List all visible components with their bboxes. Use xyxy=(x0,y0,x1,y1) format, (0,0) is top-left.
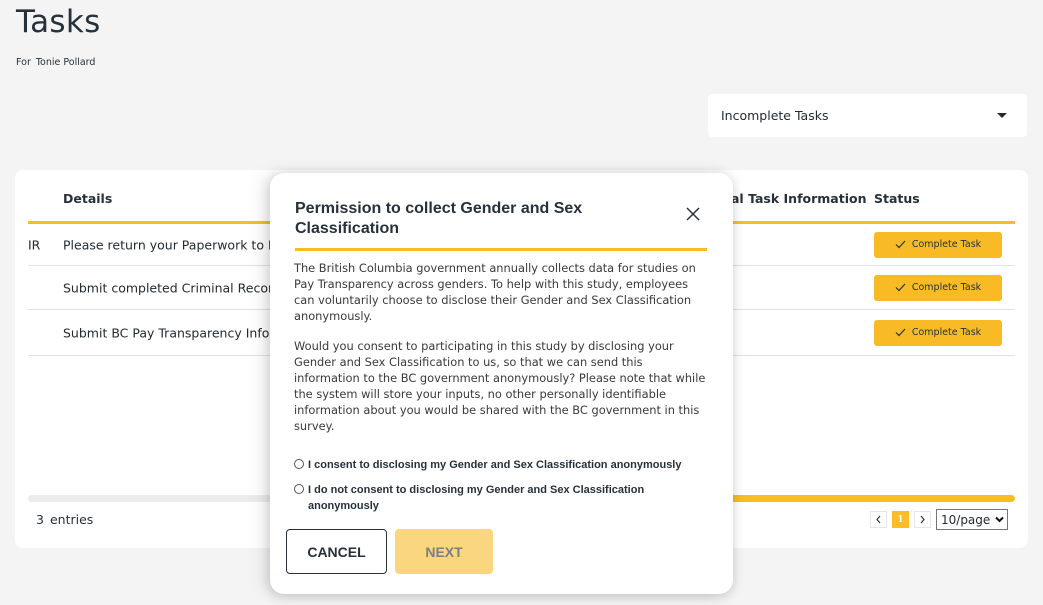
modal-title: Permission to collect Gender and Sex Cla… xyxy=(295,200,583,237)
page-subtitle: For Tonie Pollard xyxy=(16,57,95,68)
chevron-down-icon xyxy=(995,516,1004,523)
page-1-button[interactable]: 1 xyxy=(892,511,909,528)
scrollbar-thumb[interactable] xyxy=(715,495,1015,502)
chevron-left-icon xyxy=(876,515,881,524)
entries-label: entries xyxy=(49,512,94,527)
complete-task-button[interactable]: Complete Task xyxy=(874,274,1002,301)
column-header-status: Status xyxy=(874,191,920,206)
complete-task-label: Complete Task xyxy=(911,327,982,338)
task-filter-select[interactable]: Incomplete Tasks xyxy=(708,94,1027,137)
radio-label: I do not consent to disclosing my Gender… xyxy=(308,484,645,512)
next-page-button[interactable] xyxy=(914,511,931,528)
radio-button[interactable] xyxy=(294,484,304,494)
next-button[interactable]: NEXT xyxy=(395,529,493,574)
prev-page-button[interactable] xyxy=(870,511,887,528)
chevron-right-icon xyxy=(920,515,925,524)
modal-header: Permission to collect Gender and Sex Cla… xyxy=(295,199,707,251)
entries-count: 3 entries xyxy=(36,512,93,527)
complete-task-label: Complete Task xyxy=(911,282,982,293)
consent-option-no[interactable]: I do not consent to disclosing my Gender… xyxy=(294,482,709,514)
radio-button[interactable] xyxy=(294,459,304,469)
row-prefix: IR xyxy=(28,237,41,252)
complete-task-button[interactable]: Complete Task xyxy=(874,319,1002,346)
radio-label: I consent to disclosing my Gender and Se… xyxy=(308,459,682,471)
page-size-value: 10/page xyxy=(941,512,991,527)
cancel-button[interactable]: CANCEL xyxy=(286,529,387,574)
check-icon xyxy=(895,283,906,292)
check-icon xyxy=(895,328,906,337)
row-details: Submit BC Pay Transparency Inforr xyxy=(63,325,280,340)
entries-number: 3 xyxy=(36,512,44,527)
consent-option-yes[interactable]: I consent to disclosing my Gender and Se… xyxy=(294,457,709,473)
close-icon xyxy=(686,207,700,221)
check-icon xyxy=(895,240,906,249)
complete-task-button[interactable]: Complete Task xyxy=(874,231,1002,258)
page-title: Tasks xyxy=(16,4,101,40)
consent-modal: Permission to collect Gender and Sex Cla… xyxy=(270,173,733,594)
row-details: Submit completed Criminal Record xyxy=(63,280,281,295)
pagination: 1 10/page xyxy=(870,509,1008,530)
complete-task-label: Complete Task xyxy=(911,239,982,250)
column-header-details: Details xyxy=(63,191,113,206)
for-label: For xyxy=(16,57,31,68)
close-button[interactable] xyxy=(685,207,701,223)
user-name: Tonie Pollard xyxy=(35,57,96,68)
row-details: Please return your Paperwork to H xyxy=(63,237,278,252)
modal-paragraph: Would you consent to participating in th… xyxy=(294,339,706,433)
consent-radio-group: I consent to disclosing my Gender and Se… xyxy=(294,457,709,514)
page-size-select[interactable]: 10/page xyxy=(936,509,1008,530)
modal-footer: CANCEL NEXT xyxy=(286,529,493,574)
task-filter-value: Incomplete Tasks xyxy=(721,108,829,123)
modal-body: The British Columbia government annually… xyxy=(294,260,709,448)
column-header-task-information: al Task Information xyxy=(731,191,867,206)
caret-down-icon xyxy=(997,113,1007,118)
modal-paragraph: The British Columbia government annually… xyxy=(294,261,696,323)
